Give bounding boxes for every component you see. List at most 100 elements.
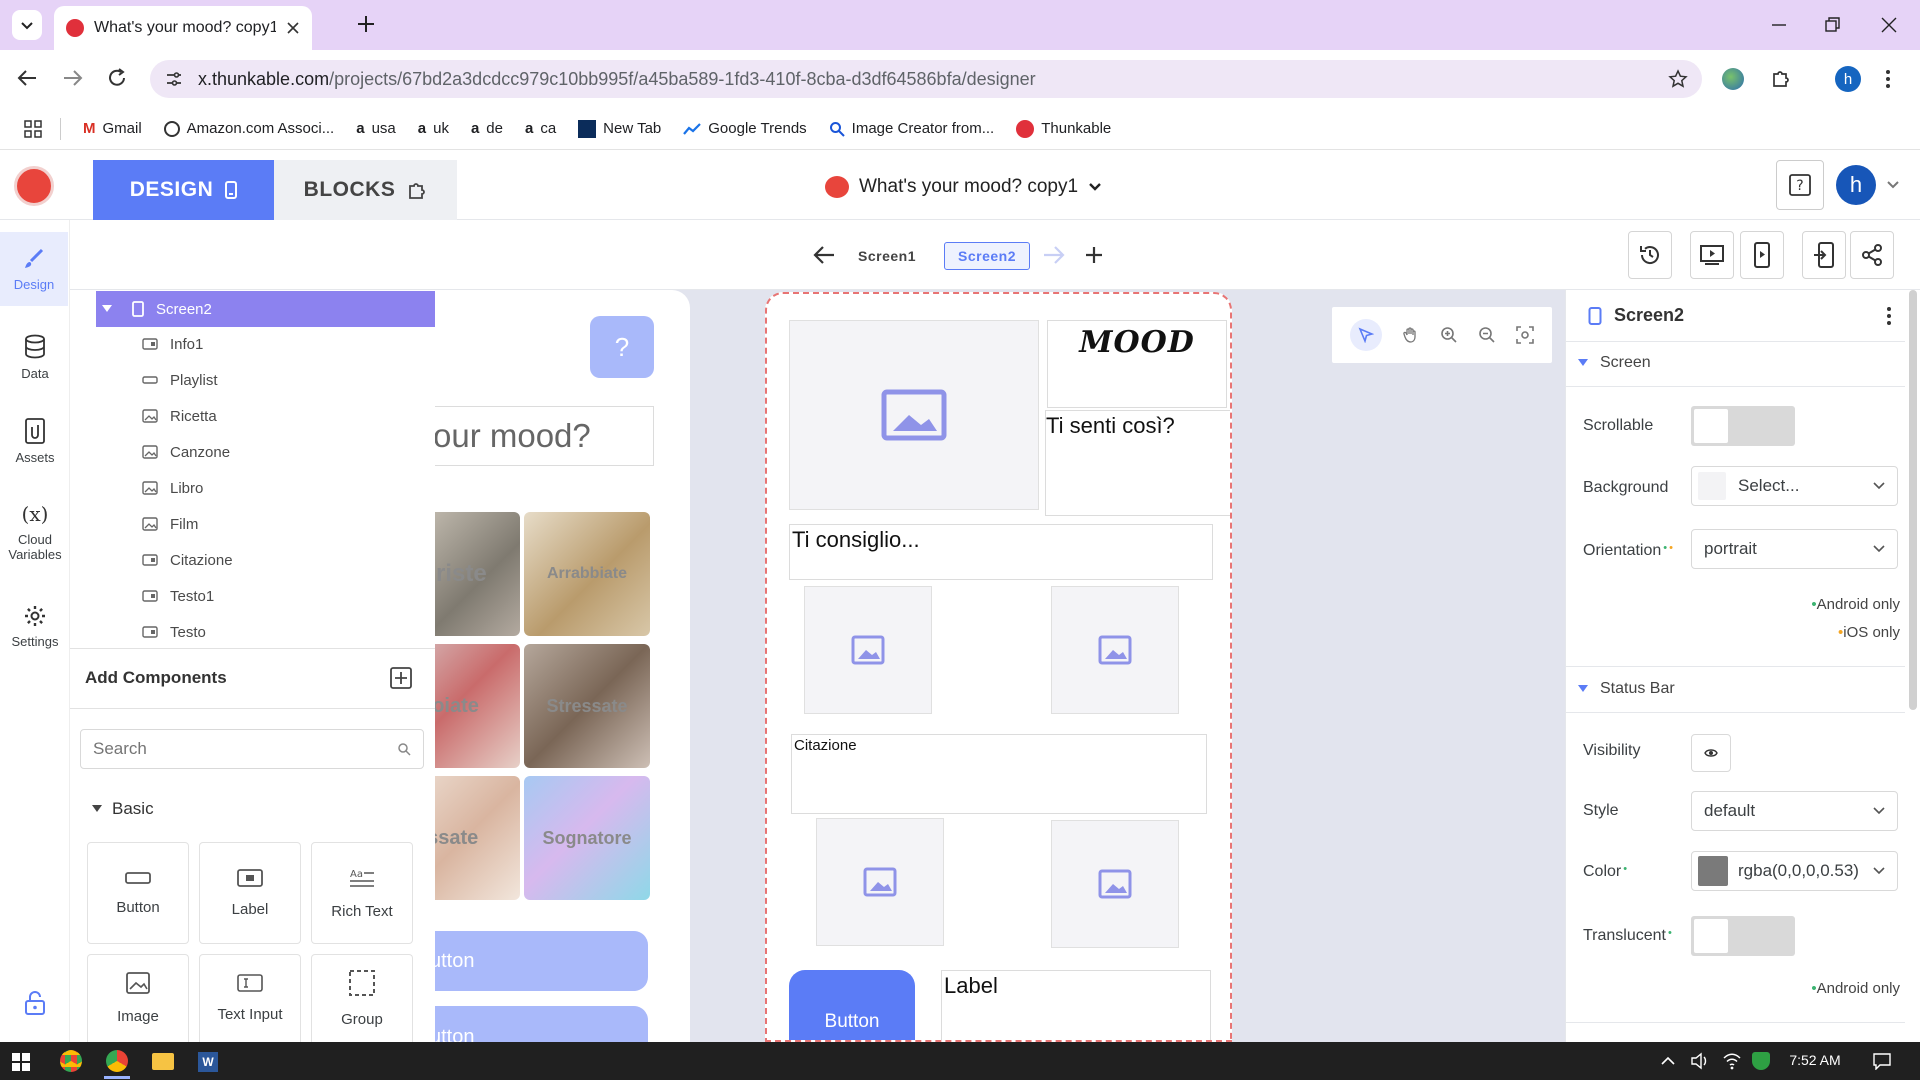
window-close-icon[interactable]: [1880, 16, 1898, 34]
site-settings-icon[interactable]: [164, 69, 184, 89]
zoom-in-icon[interactable]: [1440, 326, 1458, 344]
mood-tile-sognatore[interactable]: Sognatore: [524, 776, 650, 900]
screen1-tab[interactable]: Screen1: [858, 244, 916, 268]
share-button[interactable]: [1850, 231, 1894, 279]
select-tool[interactable]: [1350, 319, 1382, 351]
component-label[interactable]: Label: [199, 842, 301, 944]
close-icon[interactable]: [286, 21, 300, 35]
hand-icon[interactable]: [1402, 326, 1420, 344]
tree-item-playlist[interactable]: Playlist: [142, 362, 218, 398]
component-text-input[interactable]: Text Input: [199, 954, 301, 1042]
quote-label[interactable]: Citazione: [791, 734, 1207, 814]
new-tab-icon[interactable]: [356, 14, 376, 34]
bookmark-thunkable[interactable]: Thunkable: [1016, 119, 1111, 138]
section-screen-toggle[interactable]: Screen: [1578, 354, 1651, 372]
translucent-toggle[interactable]: [1691, 916, 1795, 956]
wifi-icon[interactable]: [1722, 1052, 1742, 1070]
taskbar-chrome-icon[interactable]: [60, 1050, 82, 1072]
browser-tab[interactable]: What's your mood? copy1 - Thu: [54, 6, 312, 50]
rail-data[interactable]: Data: [0, 334, 70, 381]
forward-arrow-icon[interactable]: [62, 67, 84, 89]
bookmark-google-trends[interactable]: Google Trends: [683, 120, 807, 137]
rail-assets[interactable]: Assets: [0, 418, 70, 465]
chevron-down-icon[interactable]: [1886, 180, 1900, 190]
bookmark-new-tab[interactable]: New Tab: [578, 119, 661, 138]
tab-design[interactable]: DESIGN: [93, 160, 274, 220]
back-arrow-icon[interactable]: [812, 244, 836, 266]
zoom-out-icon[interactable]: [1478, 326, 1496, 344]
extension-globe-icon[interactable]: [1722, 68, 1744, 90]
bookmark-star-icon[interactable]: [1668, 69, 1688, 89]
security-shield-icon[interactable]: [1752, 1052, 1770, 1070]
taskbar-chrome-active-icon[interactable]: [106, 1050, 128, 1072]
chevron-up-icon[interactable]: [1660, 1056, 1676, 1066]
restore-icon[interactable]: [1823, 16, 1841, 34]
bookmark-gmail[interactable]: M Gmail: [83, 120, 142, 137]
rail-cloud-variables[interactable]: (x) Cloud Variables: [0, 502, 70, 562]
screen2-preview[interactable]: MOOD Ti senti così? Ti consiglio... Cita…: [765, 292, 1232, 1042]
taskbar-explorer-icon[interactable]: [152, 1053, 174, 1070]
preview-button[interactable]: [1690, 231, 1734, 279]
extensions-puzzle-icon[interactable]: [1770, 67, 1792, 89]
mood-tile-arrabbiate[interactable]: Arrabbiate: [524, 512, 650, 636]
mood-heading[interactable]: our mood?: [410, 406, 654, 466]
download-button[interactable]: [1802, 231, 1846, 279]
more-vertical-icon[interactable]: [1886, 306, 1892, 326]
thunkable-logo[interactable]: [14, 166, 54, 206]
props-scrollbar[interactable]: [1909, 290, 1917, 710]
project-title-menu[interactable]: What's your mood? copy1: [825, 172, 1102, 202]
add-square-icon[interactable]: [390, 667, 412, 689]
image-placeholder-main[interactable]: [789, 320, 1039, 510]
image-placeholder-3[interactable]: [1051, 586, 1179, 714]
background-select[interactable]: Select...: [1691, 466, 1898, 506]
bookmark-amazon-ca[interactable]: a ca: [525, 120, 556, 137]
visibility-toggle[interactable]: [1691, 734, 1731, 772]
component-group[interactable]: Group: [311, 954, 413, 1042]
lock-icon[interactable]: [24, 990, 46, 1016]
forward-arrow-icon[interactable]: [1042, 244, 1066, 266]
scrollable-toggle[interactable]: [1691, 406, 1795, 446]
screen2-tab[interactable]: Screen2: [944, 242, 1030, 270]
bookmark-amazon-associates[interactable]: Amazon.com Associ...: [163, 120, 334, 137]
image-placeholder-5[interactable]: [1051, 820, 1179, 948]
windows-start-icon[interactable]: [12, 1053, 30, 1071]
screen2-button[interactable]: Button: [789, 970, 915, 1040]
apps-grid-icon[interactable]: [24, 119, 42, 138]
tree-item-info1[interactable]: Info1: [142, 326, 203, 362]
user-avatar[interactable]: h: [1836, 165, 1876, 205]
style-select[interactable]: default: [1691, 791, 1898, 831]
component-rich-text[interactable]: Aa Rich Text: [311, 842, 413, 944]
bookmark-image-creator[interactable]: Image Creator from...: [829, 120, 994, 137]
tree-item-testo[interactable]: Testo: [142, 614, 206, 650]
component-button[interactable]: Button: [87, 842, 189, 944]
orientation-select[interactable]: portrait: [1691, 529, 1898, 569]
mood-tile-stressate[interactable]: Stressate: [524, 644, 650, 768]
tab-blocks[interactable]: BLOCKS: [274, 160, 457, 220]
notifications-icon[interactable]: [1872, 1052, 1892, 1070]
help-bubble[interactable]: ?: [590, 316, 654, 378]
mood-logo-image[interactable]: MOOD: [1047, 320, 1227, 408]
tree-item-testo1[interactable]: Testo1: [142, 578, 214, 614]
help-button[interactable]: ?: [1776, 160, 1824, 210]
advice-label[interactable]: Ti consiglio...: [789, 524, 1213, 580]
color-select[interactable]: rgba(0,0,0,0.53): [1691, 851, 1898, 891]
bookmark-amazon-uk[interactable]: a uk: [418, 120, 449, 137]
tree-item-citazione[interactable]: Citazione: [142, 542, 233, 578]
bookmark-amazon-usa[interactable]: a usa: [356, 120, 396, 137]
question-label[interactable]: Ti senti così?: [1045, 410, 1230, 516]
browser-menu-icon[interactable]: [1884, 68, 1892, 90]
tree-root-screen2[interactable]: Screen2: [96, 291, 435, 327]
volume-icon[interactable]: [1690, 1052, 1710, 1070]
component-image[interactable]: Image: [87, 954, 189, 1042]
tree-item-libro[interactable]: Libro: [142, 470, 203, 506]
screen1-button-1[interactable]: utton: [410, 931, 648, 991]
component-search-box[interactable]: [80, 729, 424, 769]
add-screen-icon[interactable]: [1084, 245, 1104, 265]
screen1-button-2[interactable]: utton: [410, 1006, 648, 1042]
basic-section-toggle[interactable]: Basic: [92, 799, 154, 819]
tab-search-button[interactable]: [12, 10, 42, 40]
rail-design[interactable]: Design: [0, 232, 68, 306]
component-search-input[interactable]: [93, 739, 373, 759]
back-arrow-icon[interactable]: [16, 67, 38, 89]
rail-settings[interactable]: Settings: [0, 604, 70, 649]
